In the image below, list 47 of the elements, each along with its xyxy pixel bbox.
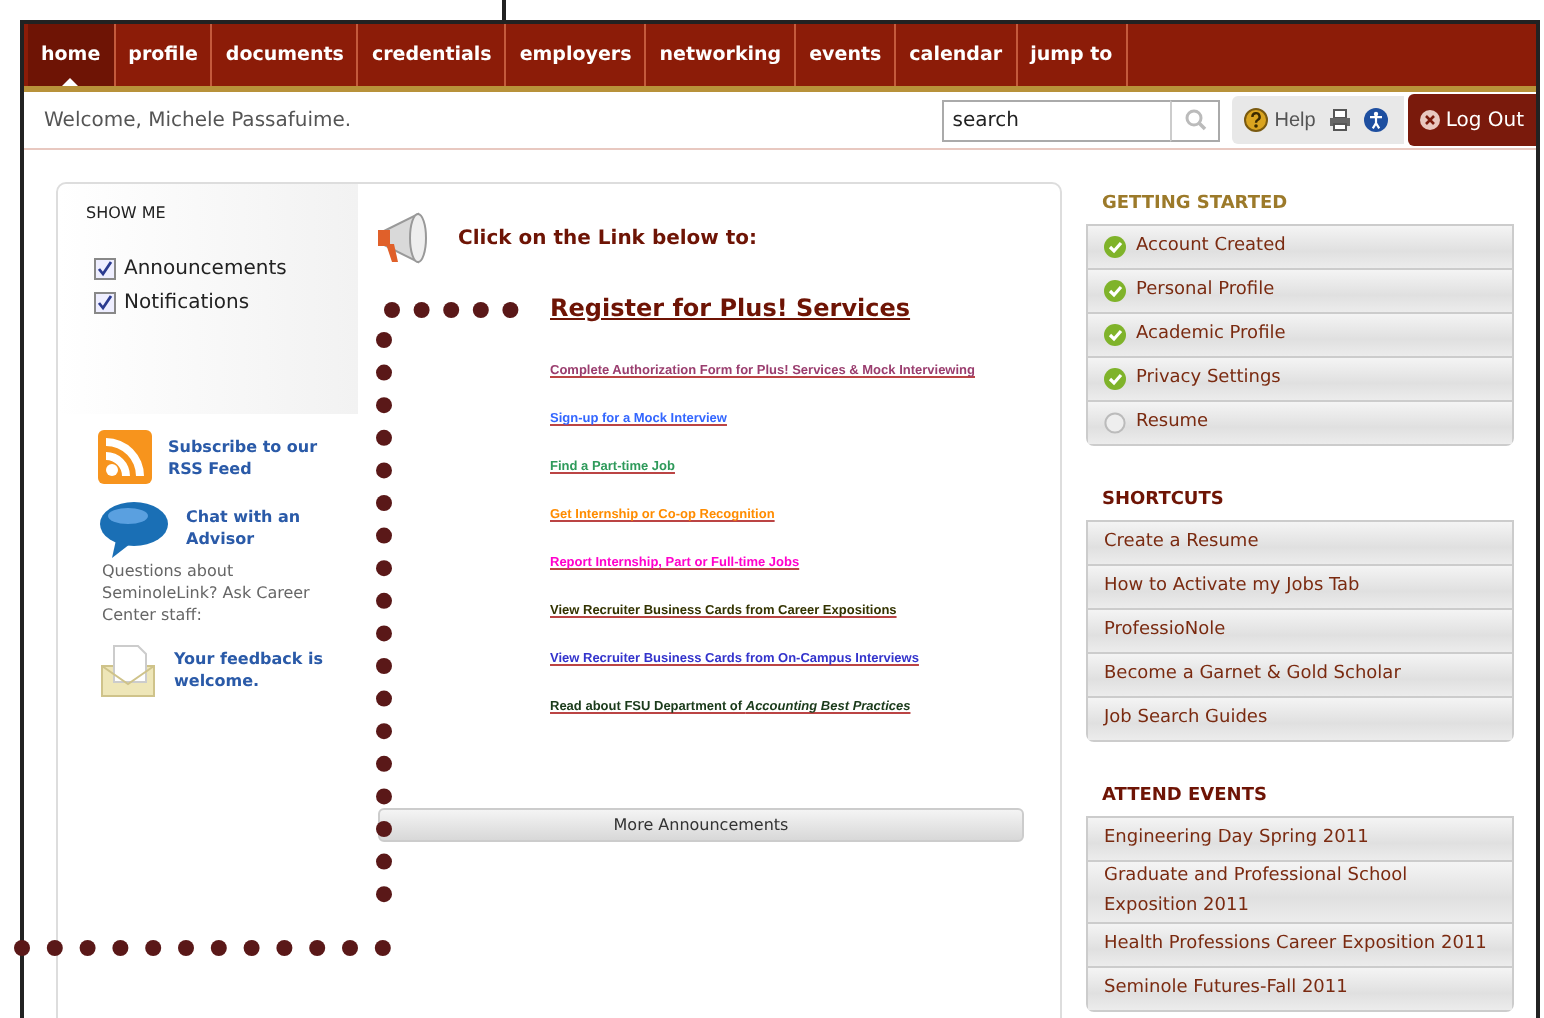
nav-tab[interactable]: events (796, 24, 897, 86)
checkbox[interactable] (94, 258, 116, 280)
nav-tab[interactable]: jump to (1017, 24, 1128, 86)
search-field[interactable]: search (942, 99, 1171, 141)
sidebar-item[interactable]: ProfessioNole (1088, 610, 1512, 654)
side-link[interactable]: Your feedback is welcome. (174, 648, 334, 692)
nav-tab[interactable]: calendar (896, 24, 1018, 86)
register-link[interactable]: Register for Plus! Services (550, 294, 911, 322)
nav-tab[interactable]: employers (506, 24, 647, 86)
checkbox-label: Notifications (124, 292, 250, 314)
sidebar-item[interactable]: Resume (1088, 402, 1512, 444)
more-announcements-button[interactable]: More Announcements (378, 808, 1024, 842)
sidebar-item[interactable]: Become a Garnet & Gold Scholar (1088, 654, 1512, 698)
welcome-text: Welcome, Michele Passafuime. (44, 109, 354, 131)
sidebar-item[interactable]: Account Created (1088, 226, 1512, 270)
sidebar-item[interactable]: Seminole Futures-Fall 2011 (1088, 968, 1512, 1010)
section-title: ATTEND EVENTS (1102, 786, 1269, 806)
section-title: GETTING STARTED (1102, 194, 1290, 214)
sidebar-item[interactable]: Academic Profile (1088, 314, 1512, 358)
sidebar-item[interactable]: How to Activate my Jobs Tab (1088, 566, 1512, 610)
side-link[interactable]: Chat with an Advisor (186, 506, 346, 550)
sidebar-item[interactable]: Job Search Guides (1088, 698, 1512, 740)
speech-bubble-icon[interactable] (98, 500, 170, 560)
dotted-line (384, 302, 519, 318)
announcement-heading: Click on the Link below to: (458, 227, 758, 249)
sidebar-item[interactable]: Health Professions Career Exposition 2011 (1088, 924, 1512, 968)
show-me-title: SHOW ME (86, 204, 168, 222)
nav-tab[interactable]: profile (115, 24, 213, 86)
sidebar-item[interactable]: Privacy Settings (1088, 358, 1512, 402)
logout-button[interactable]: Log Out (1407, 94, 1536, 146)
side-link[interactable]: Subscribe to our RSS Feed (168, 436, 328, 480)
nav-tab[interactable]: documents (212, 24, 359, 86)
section-title: SHORTCUTS (1102, 490, 1226, 510)
sidebar-item[interactable]: Engineering Day Spring 2011 (1088, 818, 1512, 862)
help-note: Questions about SeminoleLink? Ask Career Center staff: (102, 560, 312, 626)
checkbox-label: Announcements (124, 258, 287, 280)
sidebar-item[interactable]: Personal Profile (1088, 270, 1512, 314)
close-icon[interactable] (1419, 110, 1440, 130)
nav-tab[interactable]: credentials (358, 24, 507, 86)
help-icon[interactable] (1244, 108, 1269, 132)
sidebar-item[interactable]: Create a Resume (1088, 522, 1512, 566)
nav-tab[interactable]: home (28, 24, 116, 86)
printer-icon[interactable] (1327, 108, 1352, 132)
accessibility-icon[interactable] (1363, 108, 1388, 132)
nav-tab[interactable]: networking (646, 24, 797, 86)
sidebar-item[interactable]: Graduate and Professional School Exposition 2011 (1088, 862, 1512, 924)
checkbox[interactable] (94, 292, 116, 314)
